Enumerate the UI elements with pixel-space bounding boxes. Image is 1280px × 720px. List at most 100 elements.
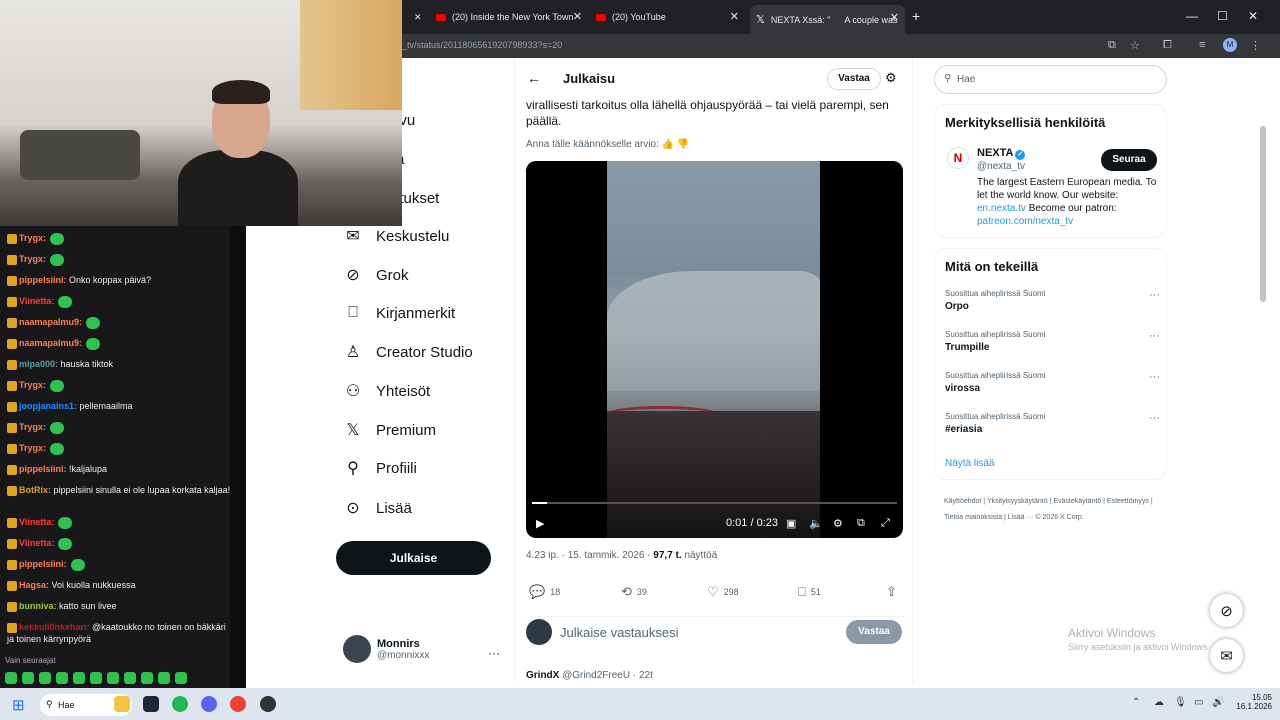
tab-3-active[interactable]: 𝕏 NEXTA Xssä: " A couple was ✕ <box>750 5 905 34</box>
new-tab-icon[interactable]: + <box>912 8 920 24</box>
emote-icon[interactable] <box>56 672 68 684</box>
nav-item-kirjanmerkit[interactable]: ⎕ Kirjanmerkit <box>342 303 455 323</box>
chat-username[interactable]: Viinetta: <box>19 296 54 306</box>
close-icon[interactable]: ✕ <box>730 10 739 23</box>
chat-username[interactable]: pippelsiini: <box>19 464 67 474</box>
video-frame[interactable] <box>607 161 820 538</box>
follow-button[interactable]: Seuraa <box>1101 149 1157 171</box>
volume-icon[interactable]: 🔊 <box>1212 697 1224 708</box>
close-icon[interactable]: ✕ <box>890 11 899 24</box>
more-dots-icon[interactable]: ··· <box>1149 330 1160 342</box>
nav-item-grok[interactable]: ⊘ Grok <box>342 265 408 285</box>
chat-username[interactable]: mipa000: <box>19 359 58 369</box>
url-text[interactable]: _tv/status/2011806561920798933?s=20 <box>402 40 562 50</box>
reply-button[interactable]: Vastaa <box>827 68 881 90</box>
grok-fab[interactable]: ⊘ <box>1209 593 1244 628</box>
tray-app-icon[interactable]: ☁ <box>1154 697 1164 708</box>
trend-item[interactable]: Suosittua aiheplirissä Suomi #eriasia ··· <box>945 412 1160 435</box>
profile-avatar[interactable]: M <box>1223 38 1237 52</box>
close-icon[interactable]: ✕ <box>414 12 422 23</box>
chat-username[interactable]: Hagsa: <box>19 580 49 590</box>
back-arrow-icon[interactable]: ← <box>527 70 541 86</box>
obs-icon[interactable] <box>260 696 276 712</box>
chat-username[interactable]: joopjanains1: <box>19 401 77 411</box>
post-time[interactable]: 4.23 ip. · 15. tammik. 2026 · <box>526 550 651 561</box>
emote-icon[interactable] <box>22 672 34 684</box>
chrome-icon[interactable] <box>230 696 246 712</box>
chat-username[interactable]: Trygx: <box>19 422 46 432</box>
reply-input[interactable]: Julkaise vastauksesi <box>560 625 679 640</box>
emote-icon[interactable] <box>5 672 17 684</box>
chat-username[interactable]: naamapalmu9: <box>19 338 82 348</box>
emote-icon[interactable] <box>73 672 85 684</box>
cast-icon[interactable]: ⧉ <box>1108 39 1116 52</box>
emote-icon[interactable] <box>158 672 170 684</box>
video-player[interactable]: ▶ 0:01 / 0:23 ▣ 🔈 ⚙ ⧉ ⤢ <box>526 161 903 538</box>
chat-username[interactable]: naamapalmu9: <box>19 317 82 327</box>
chat-username[interactable]: Trygx: <box>19 443 46 453</box>
scrollbar-thumb[interactable] <box>1260 126 1266 302</box>
scrollbar[interactable] <box>1259 62 1267 682</box>
chat-username[interactable]: pippelsiini: <box>19 275 67 285</box>
emote-bar[interactable] <box>5 672 187 686</box>
next-reply-author[interactable]: GrindX @Grind2FreeU · 22t <box>526 670 653 681</box>
bio-link-patreon[interactable]: patreon.com/nexta_tv <box>977 216 1073 227</box>
pip-icon[interactable]: ⧉ <box>857 517 865 530</box>
chat-username[interactable]: Viinetta: <box>19 517 54 527</box>
file-explorer-icon[interactable] <box>114 696 130 712</box>
nav-item-lisaa[interactable]: ⊙ Lisää <box>342 498 412 518</box>
star-icon[interactable]: ☆ <box>1130 39 1140 52</box>
minimize-icon[interactable]: — <box>1186 9 1198 23</box>
clock[interactable]: 15.05 16.1.2026 <box>1232 693 1272 711</box>
thumbs-down-icon[interactable]: 👎 <box>677 139 689 150</box>
nav-item-keskustelu[interactable]: ✉ Keskustelu <box>342 226 449 246</box>
tray-chevron-icon[interactable]: ⌃ <box>1132 697 1140 708</box>
chat-username[interactable]: BotRix: <box>19 485 51 495</box>
fullscreen-icon[interactable]: ⤢ <box>881 517 890 530</box>
nav-item-premium[interactable]: 𝕏 Premium <box>342 420 436 440</box>
account-switcher[interactable]: Monnirs @monnixxx <box>343 635 429 663</box>
trend-item[interactable]: Suosittua aiheplirissä Suomi Orpo ··· <box>945 289 1160 312</box>
nexta-avatar[interactable]: N <box>947 147 969 169</box>
chat-username[interactable]: Trygx: <box>19 254 46 264</box>
chat-username[interactable]: Viinetta: <box>19 538 54 548</box>
chat-username[interactable]: Trygx: <box>19 233 46 243</box>
footer-links[interactable]: Käyttöehdot | Yksityisyyskäytäntö | Eväs… <box>944 494 1164 526</box>
network-icon[interactable]: ▭ <box>1194 697 1203 708</box>
mic-icon[interactable]: 🎙 <box>1174 697 1187 708</box>
emote-icon[interactable] <box>39 672 51 684</box>
tab-close-prev[interactable]: ✕ <box>408 4 428 30</box>
nav-item-profiili[interactable]: ⚲ Profiili <box>342 458 417 478</box>
video-progress-bar[interactable] <box>532 502 897 504</box>
more-dots-icon[interactable]: ··· <box>1149 371 1160 383</box>
window-close-icon[interactable]: ✕ <box>1248 9 1258 23</box>
more-dots-icon[interactable]: ··· <box>1149 412 1160 424</box>
tab-1[interactable]: (20) Inside the New York Town ✕ <box>430 4 588 30</box>
tab-2[interactable]: (20) YouTube ✕ <box>590 4 745 30</box>
chat-username[interactable]: pippelsiini: <box>19 559 67 569</box>
messages-fab[interactable]: ✉ <box>1209 638 1244 673</box>
windows-start-icon[interactable]: ⊞ <box>12 696 25 714</box>
more-dots-icon[interactable]: ··· <box>488 646 500 660</box>
close-icon[interactable]: ✕ <box>573 10 582 23</box>
nav-item-yhteisot[interactable]: ⚇ Yhteisöt <box>342 381 430 401</box>
play-icon[interactable]: ▶ <box>536 517 544 530</box>
reply-submit-button[interactable]: Vastaa <box>846 620 902 644</box>
thumbs-up-icon[interactable]: 👍 <box>662 139 674 150</box>
emote-icon[interactable] <box>107 672 119 684</box>
search-input[interactable]: ⚲ Hae <box>934 65 1167 94</box>
show-more-link[interactable]: Näytä lisää <box>945 458 994 469</box>
nav-item-creator-studio[interactable]: ♙ Creator Studio <box>342 342 473 362</box>
menu-icon[interactable]: ⋮ <box>1250 39 1261 52</box>
repost-action[interactable]: ⟲ 39 <box>621 584 647 600</box>
post-button[interactable]: Julkaise <box>336 541 491 575</box>
reply-action[interactable]: 💬 18 <box>529 584 560 600</box>
emote-icon[interactable] <box>90 672 102 684</box>
maximize-icon[interactable]: ☐ <box>1217 9 1228 23</box>
bookmark-action[interactable]: ⎕ 51 <box>798 584 821 600</box>
nexta-name[interactable]: NEXTA ✓ <box>977 147 1026 160</box>
share-action[interactable]: ⇪ <box>886 584 902 600</box>
trend-item[interactable]: Suosittua aiheplirissä Suomi virossa ··· <box>945 371 1160 394</box>
spotify-icon[interactable] <box>172 696 188 712</box>
filter-icon[interactable]: ⚙ <box>885 70 897 86</box>
